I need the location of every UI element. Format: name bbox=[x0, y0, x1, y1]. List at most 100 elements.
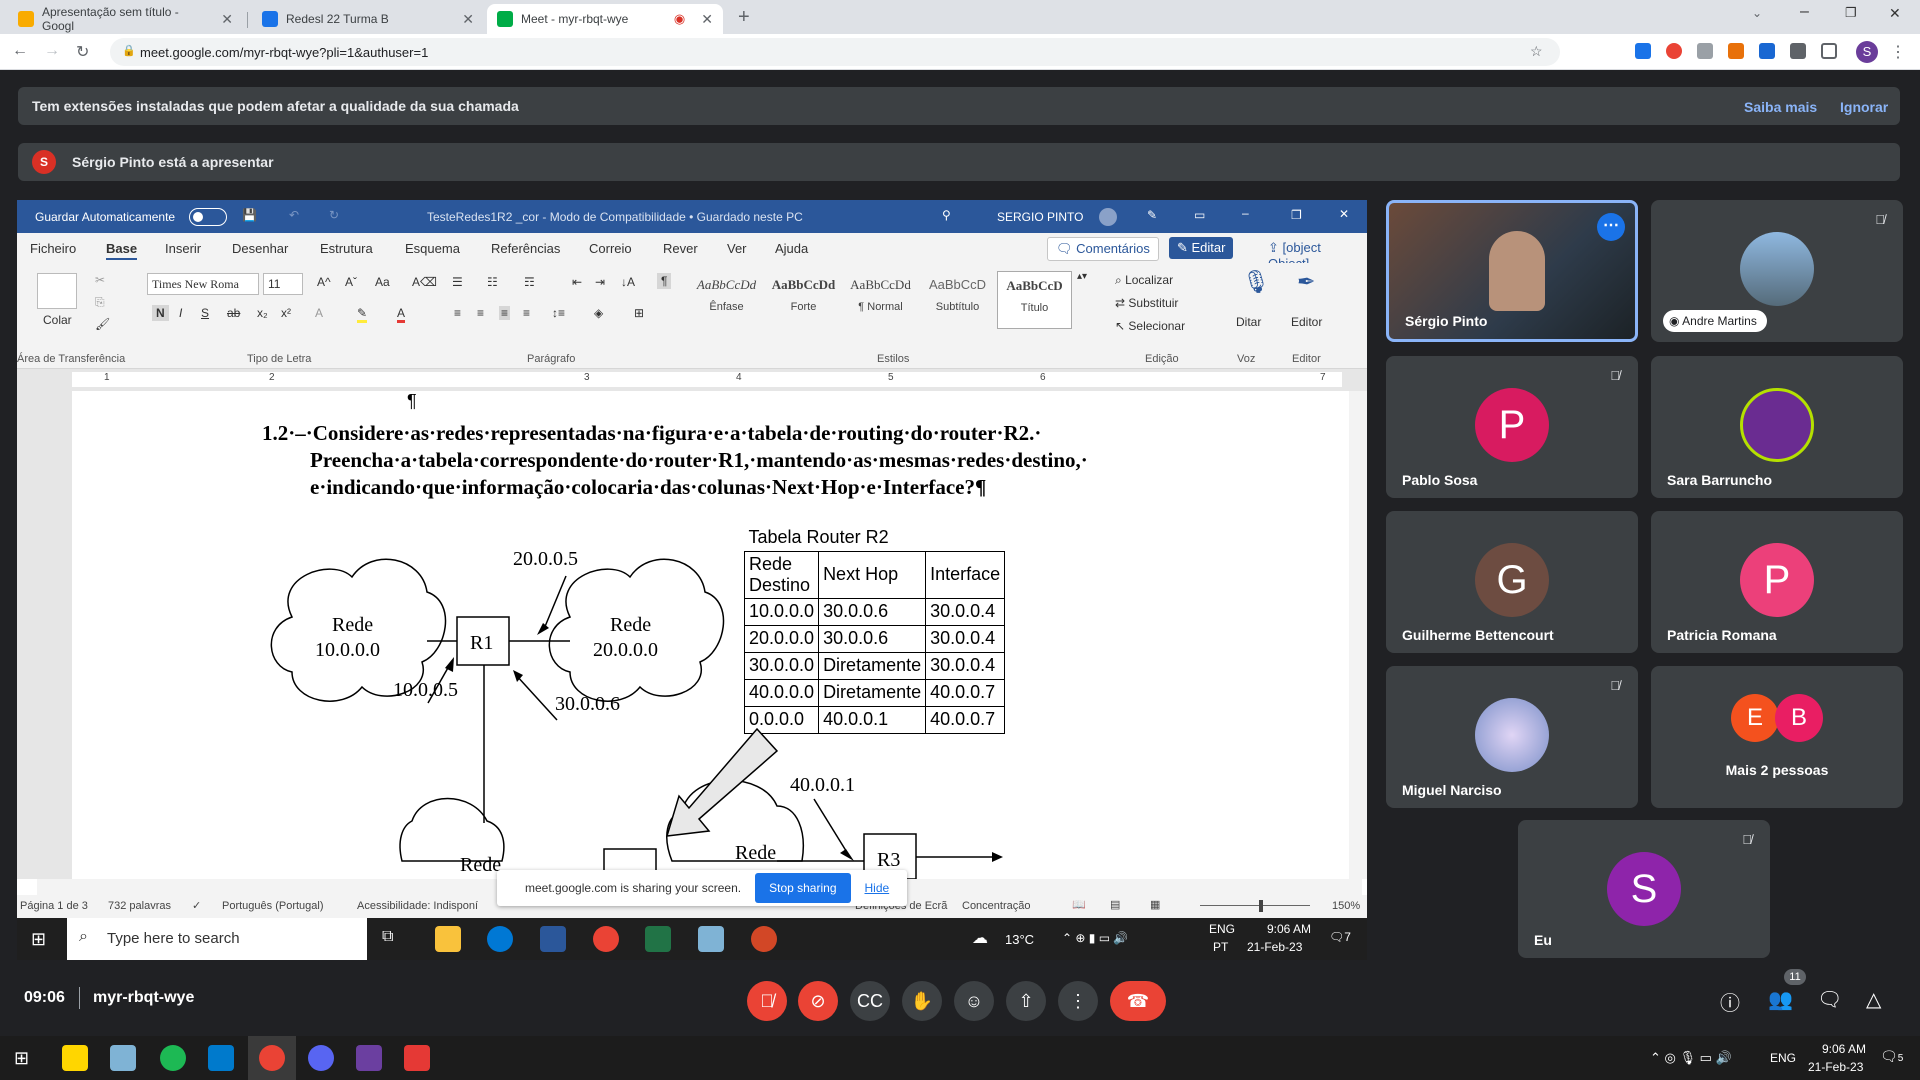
participant-tile-pablo[interactable]: 🎙̸ P Pablo Sosa bbox=[1386, 356, 1638, 498]
bold-icon[interactable]: N bbox=[152, 305, 169, 321]
paste-label[interactable]: Colar bbox=[43, 313, 72, 327]
taskbar-search-box[interactable]: ⌕ Type here to search bbox=[67, 918, 367, 960]
word-close-icon[interactable]: ✕ bbox=[1339, 207, 1349, 221]
editor-button[interactable]: Editor bbox=[1291, 315, 1322, 329]
underline-icon[interactable]: S bbox=[201, 306, 209, 320]
chat-icon[interactable]: 🗨 bbox=[1817, 987, 1842, 1012]
text-effects-icon[interactable]: A bbox=[315, 306, 323, 320]
zoom-level[interactable]: 150% bbox=[1332, 900, 1360, 912]
align-right-icon[interactable]: ≡ bbox=[523, 306, 530, 320]
undo-icon[interactable]: ↶ bbox=[289, 208, 299, 222]
read-mode-icon[interactable]: 📖 bbox=[1072, 898, 1086, 911]
increase-indent-icon[interactable]: ⇥ bbox=[595, 275, 605, 289]
taskbar-time[interactable]: 9:06 AM bbox=[1267, 922, 1311, 936]
horizontal-ruler[interactable]: 1 2 3 4 5 6 7 bbox=[17, 369, 1367, 391]
menu-references[interactable]: Referências bbox=[491, 241, 560, 256]
raise-hand-button[interactable]: ✋ bbox=[902, 981, 942, 1021]
align-justify-icon[interactable]: ≡ bbox=[499, 306, 511, 320]
align-center-icon[interactable]: ≡ bbox=[477, 306, 484, 320]
extension-icon[interactable] bbox=[1666, 43, 1682, 59]
style-strong[interactable]: AaBbCcDd Forte bbox=[766, 271, 841, 329]
bullets-icon[interactable]: ☰ bbox=[452, 275, 463, 289]
chrome-icon[interactable] bbox=[259, 1045, 285, 1071]
multilevel-list-icon[interactable]: ☶ bbox=[524, 275, 535, 289]
app-icon[interactable] bbox=[356, 1045, 382, 1071]
dictate-button[interactable]: Ditar bbox=[1236, 315, 1261, 329]
people-icon[interactable]: 👥 bbox=[1768, 987, 1793, 1012]
notifications-icon[interactable]: 🗨7 bbox=[1329, 930, 1351, 944]
grow-font-icon[interactable]: A^ bbox=[317, 275, 331, 289]
editing-button[interactable]: ✎ Editar bbox=[1169, 237, 1234, 259]
side-panel-icon[interactable] bbox=[1821, 43, 1837, 59]
taskbar-date[interactable]: 21-Feb-23 bbox=[1247, 940, 1302, 954]
input-language[interactable]: ENG bbox=[1770, 1051, 1796, 1065]
font-size-select[interactable]: 11 bbox=[263, 273, 303, 295]
menu-draw[interactable]: Desenhar bbox=[232, 241, 288, 256]
meeting-details-icon[interactable]: ⓘ bbox=[1720, 987, 1740, 1016]
cut-icon[interactable]: ✂ bbox=[95, 273, 105, 287]
reactions-button[interactable]: ☺ bbox=[954, 981, 994, 1021]
language-status[interactable]: Português (Portugal) bbox=[222, 900, 324, 912]
select-button[interactable]: ↖ Selecionar bbox=[1115, 319, 1185, 333]
shading-icon[interactable]: ◈ bbox=[594, 306, 603, 320]
word-app-icon[interactable] bbox=[540, 926, 566, 952]
close-tab-icon[interactable]: ✕ bbox=[462, 11, 474, 28]
vscode-icon[interactable] bbox=[208, 1045, 234, 1071]
autosave-toggle[interactable] bbox=[189, 208, 227, 226]
search-icon[interactable]: ⚲ bbox=[942, 208, 951, 222]
camera-off-button[interactable]: ⊘ bbox=[798, 981, 838, 1021]
line-spacing-icon[interactable]: ↕≡ bbox=[552, 306, 565, 320]
temperature[interactable]: 13°C bbox=[1005, 932, 1034, 947]
superscript-icon[interactable]: x² bbox=[281, 306, 291, 320]
participant-tile-guilherme[interactable]: G Guilherme Bettencourt bbox=[1386, 511, 1638, 653]
close-tab-icon[interactable]: ✕ bbox=[701, 11, 713, 28]
ribbon-display-icon[interactable]: ▭ bbox=[1194, 208, 1205, 222]
address-bar[interactable]: 🔒 meet.google.com/myr-rbqt-wye?pli=1&aut… bbox=[110, 38, 1560, 66]
menu-help[interactable]: Ajuda bbox=[775, 241, 808, 256]
participant-tile-patricia[interactable]: P Patricia Romana bbox=[1651, 511, 1903, 653]
learn-more-link[interactable]: Saiba mais bbox=[1744, 99, 1817, 115]
app-icon[interactable] bbox=[698, 926, 724, 952]
microphone-icon[interactable]: 🎙 bbox=[1242, 269, 1270, 295]
menu-icon[interactable]: ⋮ bbox=[1890, 42, 1906, 62]
ignore-button[interactable]: Ignorar bbox=[1840, 99, 1888, 115]
style-normal[interactable]: AaBbCcDd ¶ Normal bbox=[843, 271, 918, 329]
proofing-icon[interactable]: ✓ bbox=[192, 899, 201, 912]
system-time[interactable]: 9:06 AM bbox=[1822, 1042, 1866, 1056]
participant-tile-andre[interactable]: 🎙̸ ◉ Andre Martins bbox=[1651, 200, 1903, 342]
sort-icon[interactable]: ↓A bbox=[621, 275, 635, 289]
decrease-indent-icon[interactable]: ⇤ bbox=[572, 275, 582, 289]
reload-icon[interactable]: ↻ bbox=[76, 42, 89, 62]
windows-start-icon[interactable]: ⊞ bbox=[31, 929, 46, 950]
mic-off-button[interactable]: 🎙̸ bbox=[747, 981, 787, 1021]
find-button[interactable]: ⌕ Localizar bbox=[1115, 273, 1173, 288]
numbering-icon[interactable]: ☷ bbox=[487, 275, 498, 289]
leave-call-button[interactable]: ☎ bbox=[1110, 981, 1166, 1021]
italic-icon[interactable]: I bbox=[179, 306, 182, 320]
menu-review[interactable]: Rever bbox=[663, 241, 698, 256]
task-view-icon[interactable]: ⧉ bbox=[382, 928, 393, 946]
highlight-icon[interactable]: ✎ bbox=[357, 306, 368, 323]
close-tab-icon[interactable]: ✕ bbox=[221, 11, 233, 28]
replace-button[interactable]: ⇄ Substituir bbox=[1115, 296, 1178, 310]
redo-icon[interactable]: ↻ bbox=[329, 208, 339, 222]
focus-mode[interactable]: Concentração bbox=[962, 900, 1031, 912]
spotify-icon[interactable] bbox=[160, 1045, 186, 1071]
change-case-icon[interactable]: Aa bbox=[375, 275, 390, 289]
copy-icon[interactable]: ⎘ bbox=[95, 295, 105, 310]
tab-search-icon[interactable]: ⌄ bbox=[1752, 6, 1762, 20]
participant-tile-sergio[interactable]: ⋯ Sérgio Pinto bbox=[1386, 200, 1638, 342]
extension-icon[interactable] bbox=[1759, 43, 1775, 59]
new-tab-icon[interactable]: + bbox=[738, 6, 750, 29]
system-date[interactable]: 21-Feb-23 bbox=[1808, 1060, 1863, 1074]
styles-scroll-icon[interactable]: ▴▾ bbox=[1077, 271, 1087, 282]
self-tile[interactable]: 🎙̸ S Eu bbox=[1518, 820, 1770, 958]
discord-icon[interactable] bbox=[308, 1045, 334, 1071]
bookmark-star-icon[interactable]: ☆ bbox=[1530, 43, 1543, 60]
app-icon[interactable] bbox=[110, 1045, 136, 1071]
paste-icon[interactable] bbox=[37, 273, 77, 309]
document-title[interactable]: TesteRedes1R2 _cor - Modo de Compatibili… bbox=[427, 210, 803, 224]
word-restore-icon[interactable]: ❐ bbox=[1291, 208, 1302, 222]
menu-design[interactable]: Estrutura bbox=[320, 241, 373, 256]
menu-mailings[interactable]: Correio bbox=[589, 241, 632, 256]
